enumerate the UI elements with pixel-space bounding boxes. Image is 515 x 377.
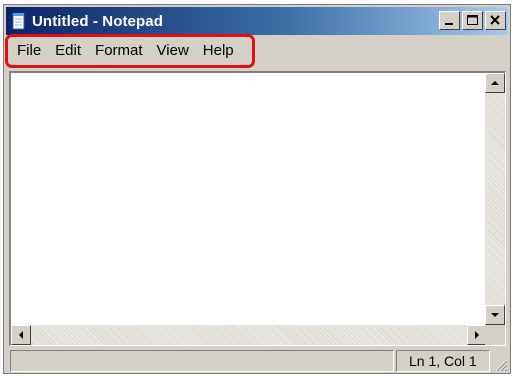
text-area[interactable] <box>11 73 487 325</box>
notepad-icon[interactable] <box>12 12 26 30</box>
scroll-up-button[interactable] <box>485 73 505 93</box>
menu-file[interactable]: File <box>11 36 49 66</box>
scroll-left-button[interactable] <box>11 325 31 345</box>
arrow-down-icon <box>491 313 499 317</box>
scroll-right-button[interactable] <box>467 325 487 345</box>
title-bar[interactable]: Untitled - Notepad <box>6 7 508 35</box>
vertical-scrollbar[interactable] <box>485 73 505 325</box>
maximize-icon <box>467 15 478 25</box>
horizontal-scrollbar[interactable] <box>11 325 487 345</box>
title-buttons <box>439 11 506 30</box>
close-button[interactable] <box>485 11 506 30</box>
status-panel-main <box>10 350 394 372</box>
menu-bar: File Edit Format View Help <box>6 36 508 66</box>
arrow-up-icon <box>491 81 499 85</box>
close-icon <box>490 15 500 25</box>
resize-grip-icon[interactable] <box>492 356 508 372</box>
arrow-left-icon <box>19 331 23 339</box>
minimize-icon <box>445 23 453 25</box>
status-bar: Ln 1, Col 1 <box>6 350 508 372</box>
menu-help[interactable]: Help <box>197 36 242 66</box>
editor-frame <box>9 71 506 346</box>
cursor-position: Ln 1, Col 1 <box>396 350 490 372</box>
scroll-down-button[interactable] <box>485 305 505 325</box>
menu-view[interactable]: View <box>151 36 197 66</box>
arrow-right-icon <box>475 331 479 339</box>
window-title: Untitled - Notepad <box>32 12 163 30</box>
maximize-button[interactable] <box>462 11 483 30</box>
notepad-window: Untitled - Notepad File Edit Format View… <box>3 4 511 374</box>
menu-format[interactable]: Format <box>89 36 151 66</box>
menu-edit[interactable]: Edit <box>49 36 89 66</box>
scrollbar-corner <box>485 325 505 345</box>
minimize-button[interactable] <box>439 11 460 30</box>
